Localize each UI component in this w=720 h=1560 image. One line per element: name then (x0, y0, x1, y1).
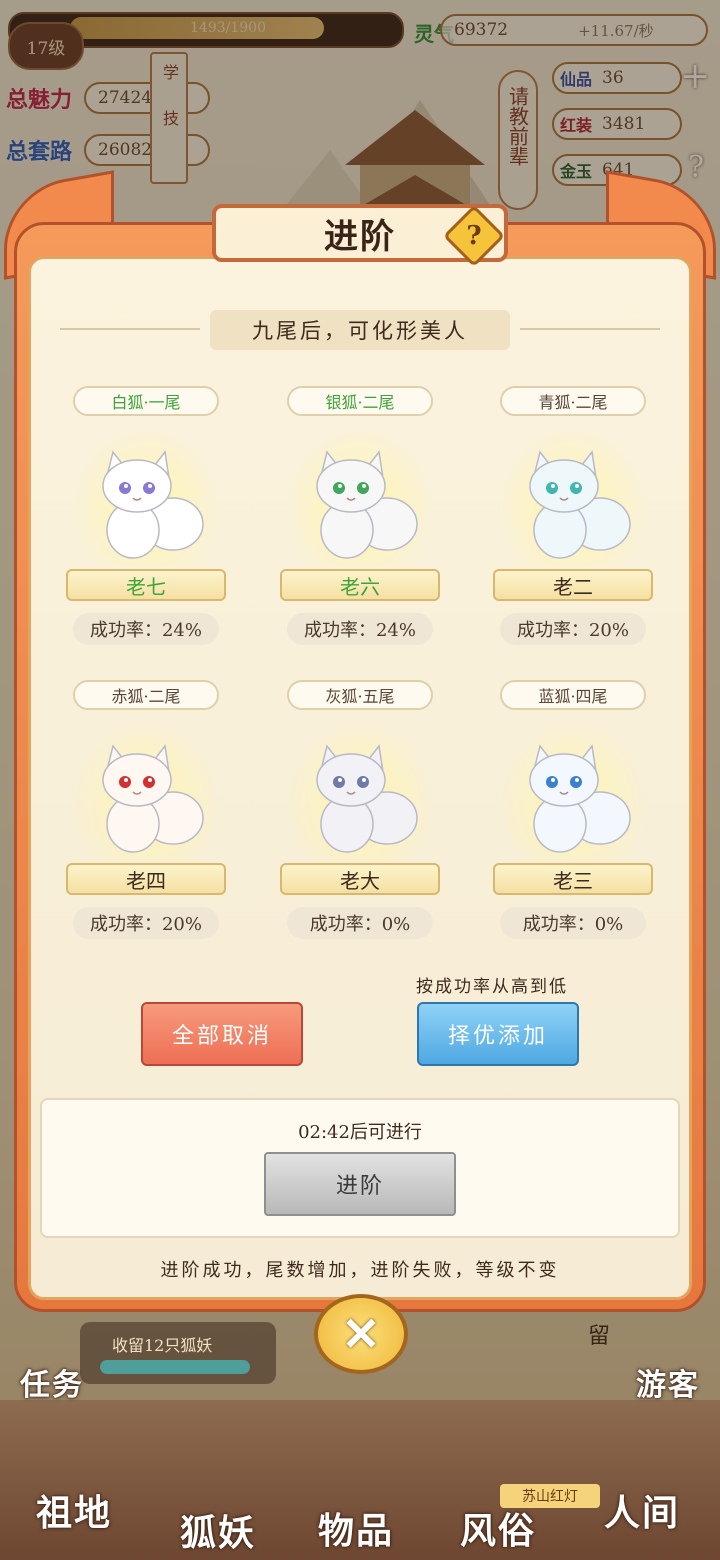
fox-avatar (102, 450, 204, 559)
help-icon[interactable]: ? (452, 214, 496, 258)
fox-name: 老三 (493, 863, 653, 895)
fox-avatar (102, 744, 204, 853)
close-button[interactable]: ✕ (314, 1294, 408, 1374)
auto-add-button[interactable]: 择优添加 (417, 1002, 579, 1066)
divider-right (520, 328, 660, 330)
fox-avatar (316, 450, 418, 559)
fox-success-rate: 成功率：20% (73, 907, 219, 939)
advance-timer: 02:42后可进行 (298, 1122, 422, 1143)
sort-hint: 按成功率从高到低 (416, 977, 568, 997)
right-side-button[interactable]: 游客 (636, 1360, 700, 1404)
fox-tag: 灰狐·五尾 (287, 680, 433, 710)
nav-foxes[interactable]: 狐妖 (180, 1504, 256, 1556)
modal-title: 进阶 (324, 216, 396, 257)
nav-human-world[interactable]: 人间 (604, 1484, 680, 1536)
fox-tag: 青狐·二尾 (500, 386, 646, 416)
fox-tag: 银狐·二尾 (287, 386, 433, 416)
nav-items[interactable]: 物品 (318, 1502, 394, 1554)
fox-success-rate: 成功率：0% (500, 907, 646, 939)
fox-name: 老四 (66, 863, 226, 895)
fox-name: 老七 (66, 569, 226, 601)
collect-progress (100, 1360, 250, 1374)
fox-avatar (316, 744, 418, 853)
fox-name: 老二 (493, 569, 653, 601)
fox-success-rate: 成功率：24% (73, 613, 219, 645)
advance-footer-note: 进阶成功，尾数增加，进阶失败，等级不变 (160, 1260, 560, 1281)
modal-subtitle: 九尾后，可化形美人 (210, 310, 510, 350)
fox-avatar (529, 744, 631, 853)
nav-ancestral[interactable]: 祖地 (36, 1484, 112, 1536)
divider-left (60, 328, 200, 330)
fox-success-rate: 成功率：20% (500, 613, 646, 645)
close-icon: ✕ (341, 1307, 381, 1361)
fox-success-rate: 成功率：0% (287, 907, 433, 939)
fox-name: 老六 (280, 569, 440, 601)
cancel-all-button[interactable]: 全部取消 (141, 1002, 303, 1066)
task-button[interactable]: 任务 (20, 1360, 84, 1404)
collect-text: 收留12只狐妖 (112, 1336, 213, 1355)
fox-tag: 蓝狐·四尾 (500, 680, 646, 710)
advance-button[interactable]: 进阶 (264, 1152, 456, 1216)
stay-sign: 留 (588, 1324, 611, 1349)
fox-tag: 白狐·一尾 (73, 386, 219, 416)
nav-customs[interactable]: 风俗 (460, 1502, 536, 1554)
fox-avatar (529, 450, 631, 559)
fox-tag: 赤狐·二尾 (73, 680, 219, 710)
fox-success-rate: 成功率：24% (287, 613, 433, 645)
fox-name: 老大 (280, 863, 440, 895)
